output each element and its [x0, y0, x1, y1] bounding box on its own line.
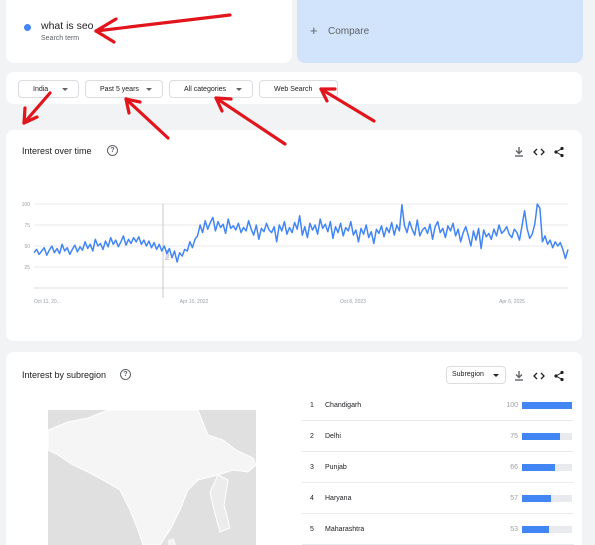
search-term-type: Search term	[41, 35, 80, 42]
subregion-bar-track	[522, 464, 572, 471]
subregion-name: Punjab	[325, 464, 347, 471]
filter-bar: India Past 5 years All categories Web Se…	[6, 72, 582, 104]
subregion-rank: 3	[310, 464, 314, 471]
search-type-filter[interactable]: Web Search	[259, 80, 338, 98]
caret-down-icon	[493, 374, 499, 377]
caret-down-icon	[321, 88, 327, 91]
help-icon[interactable]: ?	[120, 369, 131, 380]
subregion-rank: 4	[310, 495, 314, 502]
subregion-name: Haryana	[325, 495, 352, 502]
interest-by-subregion-title: Interest by subregion	[22, 370, 107, 380]
subregion-bar-fill	[522, 495, 551, 502]
time-range-filter[interactable]: Past 5 years	[85, 80, 163, 98]
location-filter[interactable]: India	[18, 80, 79, 98]
subregion-bar-fill	[522, 402, 572, 409]
category-filter[interactable]: All categories	[169, 80, 253, 98]
x-tick-label: Apr 10, 2022	[180, 299, 209, 305]
share-icon[interactable]	[553, 370, 565, 382]
location-filter-label: India	[33, 85, 49, 93]
x-tick-label: Oct 8, 2023	[340, 299, 366, 305]
subregion-bar-track	[522, 402, 572, 409]
category-filter-label: All categories	[184, 85, 227, 93]
subregion-score: 66	[510, 464, 518, 471]
subregion-row[interactable]: 5 Maharashtra 53	[302, 514, 574, 545]
subregion-name: Chandigarh	[325, 402, 362, 409]
subregion-bar-track	[522, 526, 572, 533]
y-tick-label: 25	[24, 265, 30, 271]
subregion-rank: 1	[310, 402, 314, 409]
subregion-bar-fill	[522, 464, 555, 471]
caret-down-icon	[146, 88, 152, 91]
y-tick-label: 75	[24, 223, 30, 229]
subregion-rank: 2	[310, 433, 314, 440]
x-tick-label: Apr 6, 2025	[499, 299, 525, 305]
y-tick-label: 50	[24, 244, 30, 250]
subregion-row[interactable]: 2 Delhi 75	[302, 421, 574, 452]
caret-down-icon	[62, 88, 68, 91]
subregion-name: Maharashtra	[325, 526, 365, 533]
subregion-row[interactable]: 1 Chandigarh 100	[302, 390, 574, 421]
subregion-row[interactable]: 4 Haryana 57	[302, 483, 574, 514]
subregion-score: 100	[506, 402, 518, 409]
compare-card[interactable]: + Compare	[297, 0, 583, 63]
y-tick-label: 100	[22, 202, 31, 208]
search-term-card[interactable]: what is seo Search term	[6, 0, 292, 63]
interest-by-subregion-card: Interest by subregion ? Subregion 1 Chand…	[6, 352, 582, 545]
interest-over-time-card: Interest over time ? 100 75 50 25 Note Oct 11…	[6, 130, 582, 341]
subregion-select[interactable]: Subregion	[446, 366, 506, 384]
embed-icon[interactable]	[533, 370, 545, 382]
subregion-name: Delhi	[325, 433, 341, 440]
download-icon[interactable]	[513, 370, 525, 382]
subregion-bar-fill	[522, 433, 560, 440]
term-color-dot	[24, 24, 31, 31]
subregion-select-label: Subregion	[452, 371, 484, 378]
subregion-score: 53	[510, 526, 518, 533]
interest-over-time-chart: 100755025NoteOct 11, 20... Apr 10, 2022 Oc…	[22, 202, 569, 305]
time-range-filter-label: Past 5 years	[100, 85, 139, 93]
subregion-score: 75	[510, 433, 518, 440]
caret-down-icon	[236, 88, 242, 91]
subregion-bar-track	[522, 495, 572, 502]
india-subregion-map[interactable]	[48, 410, 256, 545]
search-type-filter-label: Web Search	[274, 85, 313, 93]
subregion-bar-fill	[522, 526, 549, 533]
search-term-title[interactable]: what is seo	[41, 20, 94, 32]
subregion-rank: 5	[310, 526, 314, 533]
compare-label: Compare	[328, 26, 370, 37]
plus-icon: +	[310, 23, 318, 38]
subregion-bar-track	[522, 433, 572, 440]
subregion-row[interactable]: 3 Punjab 66	[302, 452, 574, 483]
annotation-arrowhead	[22, 106, 39, 125]
x-tick-label: Oct 11, 20...	[34, 299, 61, 305]
series-line	[33, 203, 569, 263]
subregion-score: 57	[510, 495, 518, 502]
